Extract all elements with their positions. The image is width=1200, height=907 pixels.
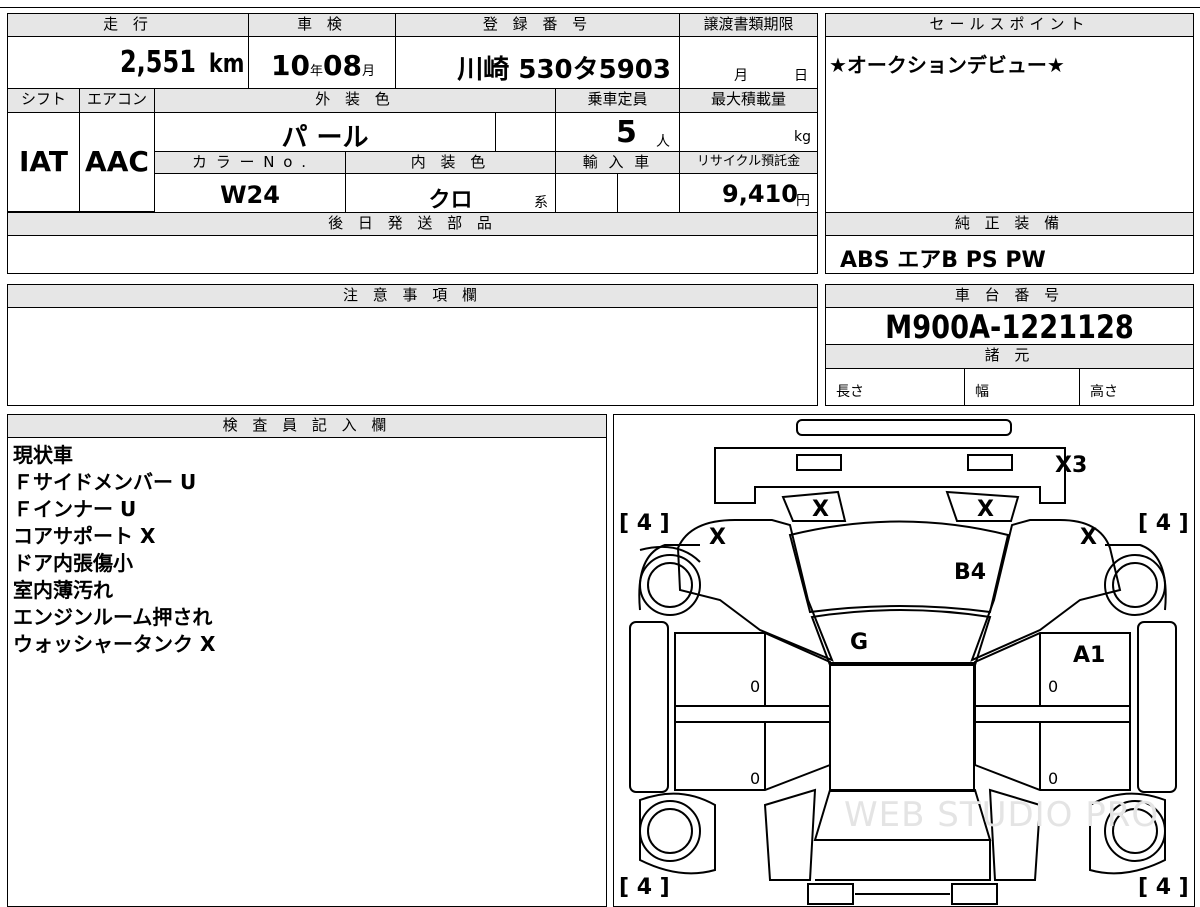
color-no-header: カ ラ ー N o . — [154, 151, 346, 174]
spec-length-cell: 長さ — [825, 368, 965, 406]
capacity-unit: 人 — [656, 134, 670, 150]
inspection-month: 08 — [322, 49, 362, 82]
specs-header: 諸 元 — [825, 344, 1194, 369]
sales-point-text: ★オークションデビュー★ — [829, 53, 1065, 77]
exterior-extra-cell — [495, 112, 556, 152]
inspector-line: 室内薄汚れ — [13, 578, 113, 602]
mark-fender-left: X — [709, 525, 726, 550]
notes-cell — [7, 307, 818, 406]
later-parts-cell — [7, 235, 818, 274]
interior-color-value: クロ — [428, 188, 473, 213]
color-no-cell: W24 — [154, 173, 346, 213]
color-no-value: W24 — [220, 181, 280, 209]
inspector-line: エンジンルーム押され — [13, 605, 213, 629]
mark-zero-left-front: 0 — [750, 677, 761, 696]
mark-headlight-left: X — [812, 497, 829, 522]
mark-windshield: G — [850, 630, 869, 655]
cropped-top-strip — [0, 0, 1200, 8]
exterior-color-header: 外 装 色 — [154, 88, 556, 113]
chassis-value: M900A-1221128 — [885, 308, 1134, 346]
tire-front-right: [ 4 ] — [1138, 511, 1189, 536]
mark-fender-right: X — [1080, 525, 1097, 550]
mark-zero-right-front: 0 — [1048, 677, 1059, 696]
deadline-month: 月 — [734, 68, 748, 84]
inspector-line: ドア内張傷小 — [13, 551, 133, 575]
equipment-value: ABS エアB PS PW — [840, 248, 1046, 273]
later-parts-header: 後 日 発 送 部 品 — [7, 212, 818, 236]
inspector-line: コアサポート X — [13, 524, 156, 548]
mark-zero-left-rear: 0 — [750, 769, 761, 788]
recycle-cell: 9,410 円 — [679, 173, 818, 213]
capacity-cell: 5 人 — [555, 112, 680, 152]
mark-hood: B4 — [954, 560, 987, 585]
inspector-cell: 現状車 Ｆサイドメンバー U Ｆインナー U コアサポート X ドア内張傷小 室… — [7, 437, 607, 907]
watermark: WEB STUDIO PRO — [844, 795, 1160, 835]
tire-front-left: [ 4 ] — [619, 511, 670, 536]
equipment-cell: ABS エアB PS PW — [825, 235, 1194, 274]
inspector-line: 現状車 — [13, 443, 73, 467]
inspection-header: 車 検 — [248, 13, 396, 37]
inspector-header: 検 査 員 記 入 欄 — [7, 414, 607, 438]
mark-bumper: X3 — [1055, 453, 1088, 478]
exterior-color-cell: パ ール — [154, 112, 496, 153]
recycle-header: リサイクル預託金 — [679, 151, 818, 174]
exterior-color-value: パ ール — [281, 123, 369, 153]
max-load-cell: kg — [679, 112, 818, 152]
mark-door-right: A1 — [1073, 643, 1106, 668]
spec-height-cell: 高さ — [1079, 368, 1194, 406]
inspector-line: Ｆサイドメンバー U — [13, 470, 197, 494]
shift-cell: IAT — [7, 112, 80, 212]
spec-width-cell: 幅 — [964, 368, 1080, 406]
deadline-cell: 月 日 — [679, 36, 818, 89]
interior-color-cell: クロ 系 — [345, 173, 556, 213]
aircon-value: AAC — [85, 145, 149, 178]
mark-headlight-right: X — [977, 497, 994, 522]
spec-width-label: 幅 — [975, 384, 989, 400]
aircon-cell: AAC — [79, 112, 155, 212]
aircon-header: エアコン — [79, 88, 155, 113]
chassis-cell: M900A-1221128 — [825, 307, 1194, 346]
mileage-header: 走 行 — [7, 13, 249, 37]
max-load-header: 最大積載量 — [679, 88, 818, 113]
car-diagram-panel: WEB STUDIO PRO [ 4 ] [ 4 ] [ 4 ] [ 4 ] X… — [613, 414, 1195, 907]
tire-rear-left: [ 4 ] — [619, 875, 670, 900]
interior-suffix: 系 — [534, 195, 548, 211]
sales-point-cell: ★オークションデビュー★ — [825, 36, 1194, 213]
inspector-lines: 現状車 Ｆサイドメンバー U Ｆインナー U コアサポート X ドア内張傷小 室… — [13, 442, 215, 658]
inspector-line: Ｆインナー U — [13, 497, 137, 521]
recycle-amount: 9,410 — [722, 180, 798, 208]
shift-value: IAT — [18, 145, 68, 178]
capacity-value: 5 — [616, 115, 637, 150]
sales-point-header: セールスポイント — [825, 13, 1194, 37]
max-load-unit: kg — [794, 129, 811, 145]
transfer-deadline-header: 譲渡書類期限 — [679, 13, 818, 37]
import-cell-2 — [617, 173, 680, 213]
shift-header: シフト — [7, 88, 80, 113]
mileage-value: 2,551 — [119, 45, 196, 80]
recycle-unit: 円 — [796, 193, 810, 209]
inspection-cell: 10年08月 — [248, 36, 396, 89]
import-header: 輸 入 車 — [555, 151, 680, 174]
notes-header: 注 意 事 項 欄 — [7, 284, 818, 308]
month-unit: 月 — [361, 64, 375, 79]
inspector-line: ウォッシャータンク X — [13, 632, 216, 656]
spec-height-label: 高さ — [1090, 384, 1118, 400]
mileage-unit: km — [208, 49, 244, 79]
spec-length-label: 長さ — [836, 384, 864, 400]
mark-zero-right-rear: 0 — [1048, 769, 1059, 788]
import-cell-1 — [555, 173, 618, 213]
chassis-header: 車 台 番 号 — [825, 284, 1194, 308]
equipment-header: 純 正 装 備 — [825, 212, 1194, 236]
mileage-cell: 2,551 km — [7, 36, 249, 89]
capacity-header: 乗車定員 — [555, 88, 680, 113]
registration-value: 川崎 530タ5903 — [457, 55, 671, 85]
year-unit: 年 — [309, 64, 323, 79]
deadline-day: 日 — [794, 68, 808, 84]
registration-cell: 川崎 530タ5903 — [395, 36, 680, 89]
inspection-year: 10 — [271, 49, 310, 82]
tire-rear-right: [ 4 ] — [1138, 875, 1189, 900]
interior-color-header: 内 装 色 — [345, 151, 556, 174]
registration-header: 登 録 番 号 — [395, 13, 680, 37]
